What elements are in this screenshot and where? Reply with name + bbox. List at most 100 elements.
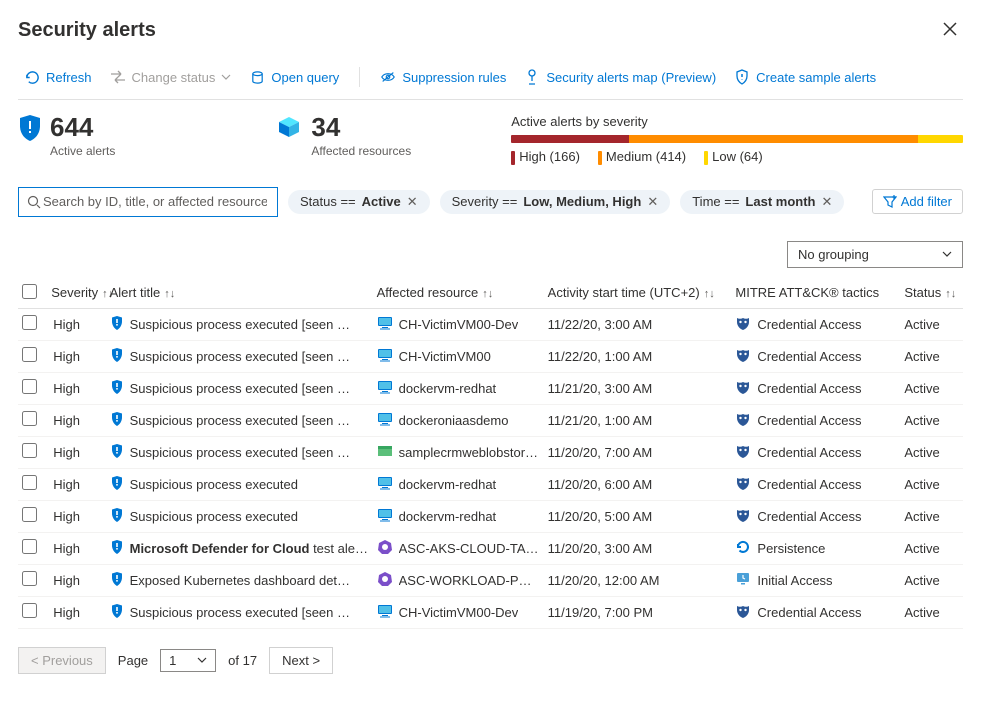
table-row[interactable]: HighSuspicious process executed [seen …C…	[18, 340, 963, 372]
shield-icon	[110, 539, 124, 558]
alert-title-cell: Suspicious process executed [seen …	[130, 381, 350, 396]
table-row[interactable]: High Exposed Kubernetes dashboard det… ASC…	[18, 564, 963, 596]
col-time[interactable]: Activity start time (UTC+2)↑↓	[544, 278, 732, 309]
status-cell: Active	[900, 340, 963, 372]
row-checkbox[interactable]	[22, 443, 37, 458]
legend-high[interactable]: High (166)	[511, 149, 580, 165]
tactic-cell: Credential Access	[757, 605, 861, 620]
alert-title-cell: Suspicious process executed [seen …	[130, 413, 350, 428]
row-checkbox[interactable]	[22, 411, 37, 426]
tactic-cell: Initial Access	[757, 573, 832, 588]
table-row[interactable]: HighSuspicious process executed [seen …d…	[18, 404, 963, 436]
search-box[interactable]	[18, 187, 278, 217]
shield-icon	[110, 571, 124, 590]
severity-bar-medium	[629, 135, 918, 143]
prev-page-button[interactable]: < Previous	[18, 647, 106, 674]
status-cell: Active	[900, 500, 963, 532]
row-checkbox[interactable]	[22, 539, 37, 554]
row-checkbox[interactable]	[22, 507, 37, 522]
suppression-button[interactable]: Suppression rules	[374, 65, 512, 89]
chevron-down-icon	[221, 74, 231, 80]
table-row[interactable]: HighSuspicious process executeddockervm-…	[18, 500, 963, 532]
severity-cell: High	[53, 573, 80, 588]
status-cell: Active	[900, 436, 963, 468]
status-cell: Active	[900, 468, 963, 500]
summary-row: 644 Active alerts 34 Affected resources …	[18, 114, 963, 165]
resource-cell: samplecrmweblobstor…	[399, 445, 538, 460]
shield-icon	[110, 443, 124, 462]
next-page-button[interactable]: Next >	[269, 647, 333, 674]
open-query-button[interactable]: Open query	[243, 65, 345, 89]
col-resource[interactable]: Affected resource↑↓	[373, 278, 544, 309]
sample-alerts-button[interactable]: Create sample alerts	[728, 65, 882, 89]
time-cell: 11/20/20, 12:00 AM	[544, 564, 732, 596]
col-title[interactable]: Alert title↑↓	[106, 278, 373, 309]
grouping-row: No grouping	[18, 241, 963, 268]
resource-cell: dockervm-redhat	[399, 381, 497, 396]
row-checkbox[interactable]	[22, 475, 37, 490]
query-icon	[249, 69, 265, 85]
time-cell: 11/20/20, 5:00 AM	[544, 500, 732, 532]
refresh-label: Refresh	[46, 70, 92, 85]
tactic-cell: Credential Access	[757, 317, 861, 332]
time-cell: 11/20/20, 3:00 AM	[544, 532, 732, 564]
row-checkbox[interactable]	[22, 379, 37, 394]
grouping-select[interactable]: No grouping	[787, 241, 963, 268]
change-status-button[interactable]: Change status	[104, 65, 238, 89]
col-status[interactable]: Status↑↓	[900, 278, 963, 309]
alerts-map-button[interactable]: Security alerts map (Preview)	[518, 65, 722, 89]
severity-cell: High	[53, 317, 80, 332]
alert-title-cell: Exposed Kubernetes dashboard det…	[130, 573, 350, 588]
tactic-cell: Persistence	[757, 541, 825, 556]
row-checkbox[interactable]	[22, 571, 37, 586]
active-alerts-count: 644	[50, 114, 115, 140]
select-all-checkbox[interactable]	[22, 284, 37, 299]
filter-chip-time[interactable]: Time == Last month ✕	[680, 190, 844, 214]
resource-cell: dockeroniaasdemo	[399, 413, 509, 428]
close-button[interactable]	[937, 16, 963, 45]
table-row[interactable]: HighSuspicious process executed [seen …C…	[18, 596, 963, 628]
tactic-icon	[735, 380, 751, 397]
tactic-icon	[735, 348, 751, 365]
resource-icon	[377, 508, 393, 525]
row-checkbox[interactable]	[22, 347, 37, 362]
search-input[interactable]	[41, 193, 269, 210]
resource-icon	[377, 316, 393, 333]
severity-legend: High (166) Medium (414) Low (64)	[511, 149, 963, 165]
row-checkbox[interactable]	[22, 315, 37, 330]
severity-cell: High	[53, 509, 80, 524]
resource-icon	[377, 380, 393, 397]
suppression-icon	[380, 69, 396, 85]
table-row[interactable]: HighSuspicious process executed [seen …s…	[18, 436, 963, 468]
table-row[interactable]: HighSuspicious process executeddockervm-…	[18, 468, 963, 500]
resource-cell: ASC-WORKLOAD-PRO…	[399, 573, 540, 588]
time-cell: 11/20/20, 6:00 AM	[544, 468, 732, 500]
search-icon	[27, 195, 41, 209]
change-status-label: Change status	[132, 70, 216, 85]
affected-resources-metric: 34 Affected resources	[275, 114, 411, 158]
refresh-button[interactable]: Refresh	[18, 65, 98, 89]
filter-chip-status[interactable]: Status == Active ✕	[288, 190, 430, 214]
add-filter-button[interactable]: Add filter	[872, 189, 963, 214]
chip-remove-icon[interactable]: ✕	[647, 194, 658, 210]
page-select[interactable]: 1	[160, 649, 216, 672]
row-checkbox[interactable]	[22, 603, 37, 618]
legend-medium[interactable]: Medium (414)	[598, 149, 686, 165]
shield-alert-icon	[18, 114, 42, 142]
table-row[interactable]: HighSuspicious process executed [seen …d…	[18, 372, 963, 404]
tactic-icon	[735, 476, 751, 493]
table-row[interactable]: HighMicrosoft Defender for Cloud test al…	[18, 532, 963, 564]
suppression-label: Suppression rules	[402, 70, 506, 85]
table-row[interactable]: HighSuspicious process executed [seen …C…	[18, 308, 963, 340]
alert-title-cell: Suspicious process executed	[130, 477, 298, 492]
chip-remove-icon[interactable]: ✕	[407, 194, 418, 210]
chip-remove-icon[interactable]: ✕	[821, 194, 832, 210]
resource-icon	[377, 571, 393, 590]
tactic-icon	[735, 316, 751, 333]
tactic-cell: Credential Access	[757, 381, 861, 396]
filter-chip-severity[interactable]: Severity == Low, Medium, High ✕	[440, 190, 671, 214]
legend-low[interactable]: Low (64)	[704, 149, 763, 165]
col-severity[interactable]: Severity↑↓	[47, 278, 105, 309]
col-tactics[interactable]: MITRE ATT&CK® tactics	[731, 278, 900, 309]
filter-icon	[883, 195, 897, 209]
